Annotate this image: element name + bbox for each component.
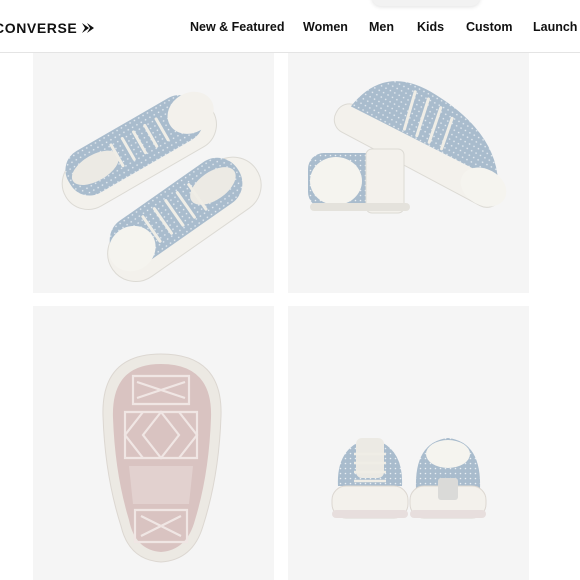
nav-men[interactable]: Men (369, 20, 394, 34)
product-image-pair-side[interactable] (288, 53, 529, 293)
nav-women[interactable]: Women (303, 20, 348, 34)
product-image-pair-top[interactable] (33, 53, 274, 293)
sneaker-outsole-illustration (102, 353, 222, 563)
sneaker-pair-top-illustration (61, 91, 262, 282)
nav-new-featured[interactable]: New & Featured (190, 20, 284, 34)
sneaker-heel-back-illustration (331, 438, 487, 519)
sneaker-pair-side-illustration (308, 81, 507, 214)
main-nav: New & Featured Women Men Kids Custom Lau… (0, 20, 580, 36)
nav-custom[interactable]: Custom (466, 20, 513, 34)
product-image-outsole[interactable] (33, 306, 274, 580)
product-image-heel-back[interactable] (288, 306, 529, 580)
nav-kids[interactable]: Kids (417, 20, 444, 34)
nav-launch[interactable]: Launch (533, 20, 577, 34)
site-header: CONVERSE New & Featured Women Men Kids C… (0, 0, 580, 53)
search-pill[interactable] (372, 0, 480, 6)
